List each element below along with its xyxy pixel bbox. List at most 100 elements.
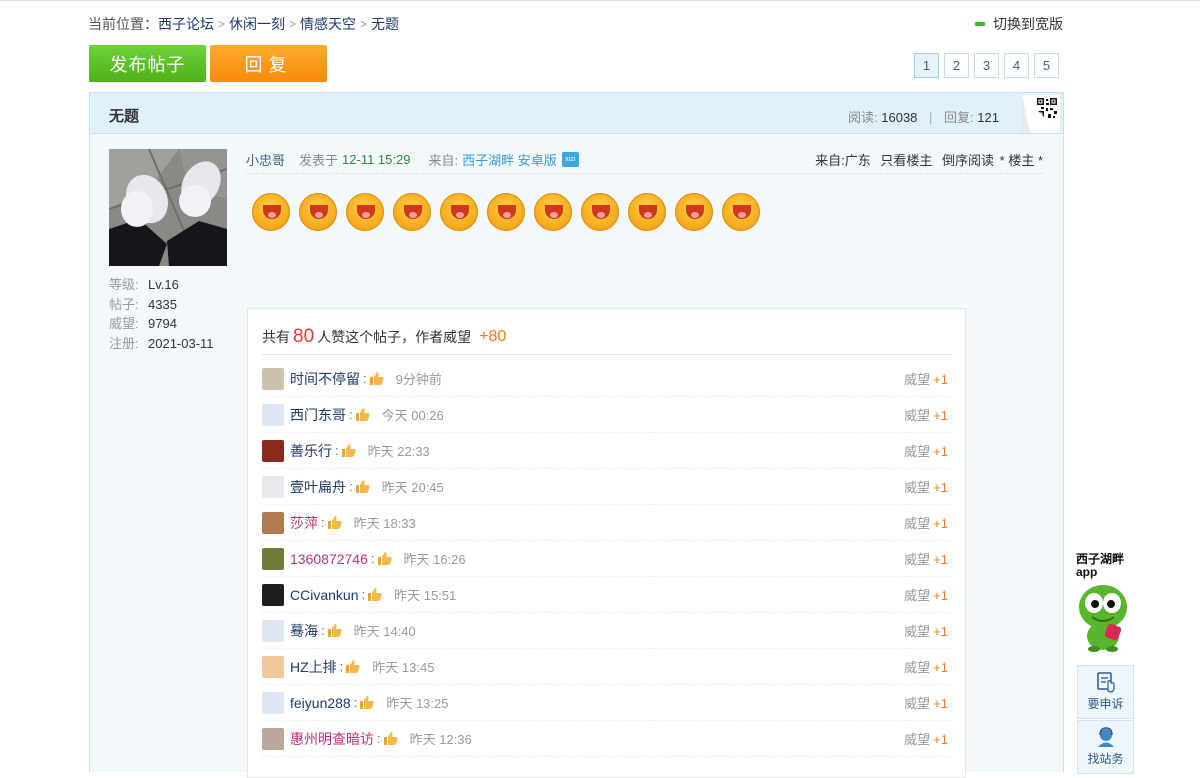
thread-stats: 阅读: 16038 | 回复: 121 (848, 107, 999, 126)
new-post-button[interactable]: 发布帖子 (89, 45, 206, 82)
page-1[interactable]: 1 (914, 53, 939, 78)
qr-code-icon[interactable] (1022, 95, 1060, 133)
source-app-link[interactable]: 西子湖畔 安卓版 (462, 150, 557, 169)
like-time: 9分钟前 (395, 372, 442, 387)
post-location: 来自:广东 (815, 153, 871, 168)
wide-layout-label: 切换到宽版 (993, 16, 1063, 32)
colon: : (335, 443, 339, 458)
like-time: 今天 00:26 (381, 408, 444, 423)
breadcrumb-board[interactable]: 情感天空 (300, 14, 356, 34)
like-row: 善乐行: 昨天 22:33 威望 +1 (262, 433, 952, 469)
reputation-label: 威望: (109, 316, 139, 331)
toggle-bar-icon (975, 22, 985, 26)
reputation-increment: 威望 +1 (904, 477, 948, 496)
post-author[interactable]: 小忠哥 (246, 150, 285, 169)
thumbs-up-icon (327, 624, 342, 637)
reputation-increment: 威望 +1 (904, 729, 948, 748)
stats-divider: | (929, 110, 933, 125)
wide-layout-toggle[interactable]: 切换到宽版 (975, 14, 1063, 34)
like-time: 昨天 13:25 (386, 696, 449, 711)
thumbs-up-icon (369, 372, 384, 385)
breadcrumb-forum[interactable]: 西子论坛 (158, 14, 214, 34)
liker-name[interactable]: 壹叶扁舟 (290, 477, 346, 497)
liker-name[interactable]: feiyun288 (290, 695, 351, 711)
thumbs-up-icon (355, 408, 370, 421)
like-row: 蓦海: 昨天 14:40 威望 +1 (262, 613, 952, 649)
liker-name[interactable]: CCivankun (290, 587, 358, 603)
pagination: 1 2 3 4 5 (914, 53, 1059, 78)
laugh-emoji-icon (722, 193, 760, 231)
liker-avatar[interactable] (262, 475, 284, 498)
liker-name[interactable]: 1360872746 (290, 551, 368, 567)
liker-avatar[interactable] (262, 547, 284, 570)
like-row: 西门东哥: 今天 00:26 威望 +1 (262, 397, 952, 433)
liker-name[interactable]: 莎萍 (290, 513, 318, 533)
liker-name[interactable]: 西门东哥 (290, 405, 346, 425)
liker-avatar[interactable] (262, 367, 284, 390)
reputation-label: 威望 (904, 696, 931, 711)
reputation-inc-value: +1 (933, 588, 948, 603)
colon: : (349, 407, 353, 422)
thread-header: 无题 阅读: 16038 | 回复: 121 (90, 92, 1063, 134)
liker-name[interactable]: 惠州明查暗访 (290, 729, 374, 749)
register-label: 注册: (109, 335, 139, 351)
top-border (0, 0, 1200, 3)
liker-avatar[interactable] (262, 439, 284, 462)
breadcrumb-separator-icon: > (289, 17, 297, 31)
laugh-emoji-icon (346, 193, 384, 231)
like-row: 惠州明查暗访: 昨天 12:36 威望 +1 (262, 721, 952, 757)
thumbs-up-icon (377, 552, 392, 565)
reputation-inc-value: +1 (933, 660, 948, 675)
reputation-increment: 威望 +1 (904, 513, 948, 532)
reputation-label: 威望 (904, 732, 931, 747)
like-time: 昨天 20:45 (381, 480, 444, 495)
liker-name[interactable]: 蓦海 (290, 621, 318, 641)
thumbs-up-icon (327, 516, 342, 529)
app-promo[interactable]: 西子湖畔 app (1076, 553, 1136, 656)
page-4[interactable]: 4 (1004, 53, 1029, 78)
views-count: 16038 (881, 110, 918, 125)
post-meta: 小忠哥 发表于 12-11 15:29 来自: 西子湖畔 安卓版 xizi 来自… (246, 146, 1043, 174)
likes-middle: 人赞这个帖子，作者威望 (317, 328, 472, 345)
laugh-emoji-icon (487, 193, 525, 231)
breadcrumb-separator-icon: > (218, 17, 226, 31)
posted-time: 12-11 15:29 (342, 152, 411, 167)
reverse-order-link[interactable]: 倒序阅读 (942, 153, 994, 168)
breadcrumb-thread[interactable]: 无题 (371, 14, 399, 34)
colon: : (321, 515, 325, 530)
reputation-label: 威望 (904, 588, 931, 603)
reputation-increment: 威望 +1 (904, 693, 948, 712)
liker-avatar[interactable] (262, 619, 284, 642)
thumbs-up-icon (341, 444, 356, 457)
page-2[interactable]: 2 (944, 53, 969, 78)
find-moderator-button[interactable]: 找站务 (1077, 720, 1134, 774)
author-avatar[interactable] (109, 149, 227, 266)
liker-avatar[interactable] (262, 511, 284, 534)
liker-avatar[interactable] (262, 583, 284, 606)
complaint-icon (1096, 672, 1115, 693)
likes-prefix: 共有 (262, 328, 290, 345)
liker-avatar[interactable] (262, 691, 284, 714)
liker-name[interactable]: 时间不停留 (290, 369, 360, 389)
page-5[interactable]: 5 (1034, 53, 1059, 78)
reputation-label: 威望 (904, 444, 931, 459)
reputation-inc-value: +1 (933, 408, 948, 423)
liker-name[interactable]: 善乐行 (290, 441, 332, 461)
laugh-emoji-icon (534, 193, 572, 231)
page-3[interactable]: 3 (974, 53, 999, 78)
reply-button[interactable]: 回复 (210, 45, 327, 82)
only-author-link[interactable]: 只看楼主 (880, 153, 932, 168)
reputation-label: 威望 (904, 624, 931, 639)
breadcrumb-category[interactable]: 休闲一刻 (229, 14, 285, 34)
complain-button[interactable]: 要申诉 (1077, 665, 1134, 719)
liker-avatar[interactable] (262, 727, 284, 750)
register-value: 2021-03-11 (148, 335, 214, 351)
liker-avatar[interactable] (262, 655, 284, 678)
reputation-increment: 威望 +1 (904, 441, 948, 460)
reputation-inc-value: +1 (933, 372, 948, 387)
level-value: Lv.16 (148, 277, 179, 292)
liker-name[interactable]: HZ上排 (290, 657, 337, 677)
likes-summary: 共有 80 人赞这个帖子，作者威望 +80 (262, 319, 952, 355)
liker-avatar[interactable] (262, 403, 284, 426)
from-label: 来自: (428, 153, 459, 168)
